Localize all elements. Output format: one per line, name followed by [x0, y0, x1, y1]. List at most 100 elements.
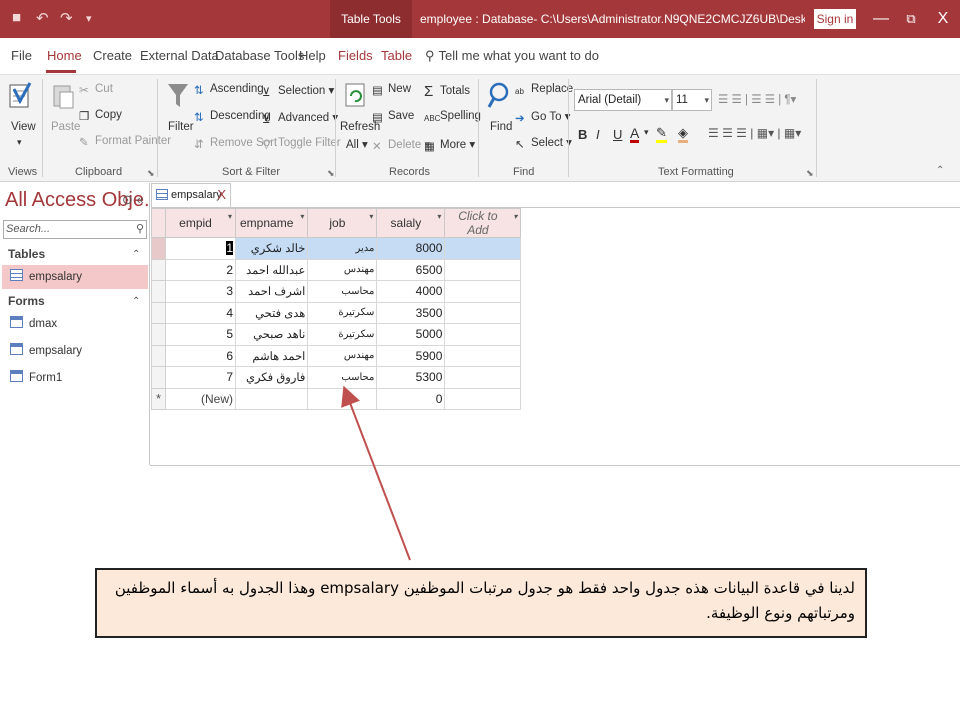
cell-job[interactable]: مدير — [307, 237, 378, 260]
cell-empname[interactable]: فاروق فكري — [234, 366, 309, 389]
cell-empid[interactable]: 5 — [165, 323, 236, 346]
column-header-empid[interactable]: empid ▾ — [165, 208, 236, 238]
totals-button[interactable]: Σ Totals — [424, 83, 470, 100]
cell-job[interactable]: سكرتيرة — [307, 301, 378, 324]
cell-empid[interactable]: 7 — [165, 366, 236, 389]
bold-button[interactable]: B — [578, 127, 587, 142]
tab-create[interactable]: Create — [93, 48, 132, 63]
cell-empname[interactable]: اشرف احمد — [234, 280, 309, 303]
chevron-down-icon[interactable]: ▾ — [228, 212, 232, 221]
cell-empname[interactable]: ناهد صبحي — [234, 323, 309, 346]
column-header-salaly[interactable]: salaly ▾ — [376, 208, 446, 238]
cut-button[interactable]: ✂ Cut — [79, 83, 113, 97]
cell-salaly[interactable]: 4000 — [376, 280, 446, 303]
cell-empid[interactable]: 3 — [165, 280, 236, 303]
cell-salaly[interactable]: 6500 — [376, 258, 446, 281]
column-header-click-to-add[interactable]: Click to Add ▾ — [444, 208, 522, 238]
tab-fields[interactable]: Fields — [338, 48, 373, 63]
table-row[interactable]: 5 ناهد صبحي سكرتيرة 5000 — [151, 323, 522, 346]
cell-click-to-add[interactable] — [444, 323, 522, 346]
sign-in-button[interactable]: Sign in — [814, 9, 856, 29]
close-button[interactable]: X — [928, 0, 958, 38]
find-button[interactable]: Find — [490, 121, 512, 133]
collapse-tables-icon[interactable]: ⌃ — [132, 249, 140, 260]
font-size-combo[interactable]: 11 ▾ — [672, 89, 712, 111]
chevron-down-icon[interactable]: ▾ — [300, 212, 304, 221]
more-button[interactable]: ▦ More ▾ — [424, 137, 475, 153]
replace-button[interactable]: ab Replace — [515, 83, 573, 100]
cell-salaly[interactable]: 5900 — [376, 344, 446, 367]
record-selector[interactable] — [151, 301, 166, 324]
tab-table[interactable]: Table — [381, 48, 412, 63]
save-icon[interactable]: ■ — [12, 9, 21, 26]
chevron-down-icon[interactable]: ▾ — [513, 212, 517, 221]
chevron-down-icon[interactable]: ▾ — [437, 212, 441, 221]
advanced-button[interactable]: ⊻ Advanced ▾ — [262, 110, 338, 126]
collapse-ribbon-icon[interactable]: ⌃ — [936, 165, 944, 176]
nav-item-form-form1[interactable]: Form1 — [2, 366, 148, 390]
cell-empid[interactable]: 1 — [165, 237, 236, 260]
cell-empname[interactable]: هدى فتحي — [234, 301, 309, 324]
record-selector[interactable] — [151, 344, 166, 367]
nav-item-table-empsalary[interactable]: empsalary — [2, 265, 148, 289]
collapse-forms-icon[interactable]: ⌃ — [132, 296, 140, 307]
cell-click-to-add[interactable] — [444, 366, 522, 389]
nav-section-tables[interactable]: Tables — [8, 247, 45, 261]
cell-click-to-add[interactable] — [444, 258, 522, 281]
nav-section-forms[interactable]: Forms — [8, 294, 45, 308]
cell-job[interactable]: سكرتيرة — [307, 323, 378, 346]
cell-empname[interactable]: خالد شكري — [234, 237, 309, 260]
nav-item-form-dmax[interactable]: dmax — [2, 312, 148, 336]
record-selector[interactable] — [151, 237, 166, 260]
table-row[interactable]: 2 عبدالله احمد مهندس 6500 — [151, 258, 522, 281]
cell-salaly[interactable]: 5000 — [376, 323, 446, 346]
underline-button[interactable]: U — [613, 127, 622, 142]
tell-me-box[interactable]: ⚲ Tell me what you want to do — [425, 48, 599, 64]
column-header-job[interactable]: job ▾ — [307, 208, 378, 238]
nav-pane-menu-icon[interactable]: ⊙ « — [122, 192, 144, 208]
cell-job[interactable]: مهندس — [307, 258, 378, 281]
document-tab-empsalary[interactable]: empsalary X — [151, 183, 231, 207]
fill-color-icon[interactable]: ◈ — [678, 126, 688, 143]
tab-home[interactable]: Home — [47, 48, 82, 63]
cell-salaly[interactable]: 8000 — [376, 237, 446, 260]
table-row[interactable]: 7 فاروق فكري محاسب 5300 — [151, 366, 522, 389]
select-button[interactable]: ↖ Select ▾ — [515, 135, 572, 151]
view-button[interactable]: View — [11, 121, 36, 133]
nav-item-form-empsalary[interactable]: empsalary — [2, 339, 148, 363]
cell-job[interactable]: مهندس — [307, 344, 378, 367]
table-row[interactable]: 1 خالد شكري مدير 8000 — [151, 237, 522, 260]
align-icons[interactable]: ☰ ☰ ☰ | ▦▾ | ▦▾ — [708, 126, 801, 140]
refresh-all-dropdown[interactable]: All ▾ — [346, 137, 368, 151]
cell-click-to-add[interactable] — [444, 280, 522, 303]
cell-empid[interactable]: 2 — [165, 258, 236, 281]
save-record-button[interactable]: ▤ Save — [372, 110, 414, 124]
cell-job[interactable]: محاسب — [307, 280, 378, 303]
cell-click-to-add[interactable] — [444, 301, 522, 324]
search-icon[interactable]: ⚲ — [136, 221, 144, 238]
redo-icon[interactable]: ↷ — [60, 9, 73, 27]
table-row[interactable]: 6 احمد هاشم مهندس 5900 — [151, 344, 522, 367]
tab-file[interactable]: File — [11, 48, 32, 63]
tab-external-data[interactable]: External Data — [140, 48, 219, 63]
highlight-icon[interactable]: ✎ — [656, 126, 667, 143]
selection-button[interactable]: ⊻ Selection ▾ — [262, 83, 334, 99]
font-color-icon[interactable]: A — [630, 126, 640, 143]
column-header-empname[interactable]: empname ▾ — [234, 208, 309, 238]
cell-job[interactable]: محاسب — [307, 366, 378, 389]
new-record-selector[interactable]: * — [151, 387, 166, 410]
cell-empid[interactable]: 6 — [165, 344, 236, 367]
minimize-button[interactable]: — — [866, 0, 896, 38]
record-selector[interactable] — [151, 280, 166, 303]
font-color-dropdown[interactable]: ▾ — [644, 127, 649, 138]
record-selector[interactable] — [151, 323, 166, 346]
paste-button[interactable]: Paste — [51, 121, 80, 133]
view-dropdown-icon[interactable]: ▾ — [17, 137, 22, 148]
nav-search-input[interactable]: Search... ⚲ — [3, 220, 147, 239]
descending-button[interactable]: ⇅ Descending — [194, 110, 271, 124]
ascending-button[interactable]: ⇅ Ascending — [194, 83, 264, 97]
new-record-button[interactable]: ▤ New — [372, 83, 411, 97]
cell-empid[interactable]: 4 — [165, 301, 236, 324]
goto-button[interactable]: ➔ Go To ▾ — [515, 109, 570, 125]
select-all-corner[interactable] — [151, 208, 166, 238]
